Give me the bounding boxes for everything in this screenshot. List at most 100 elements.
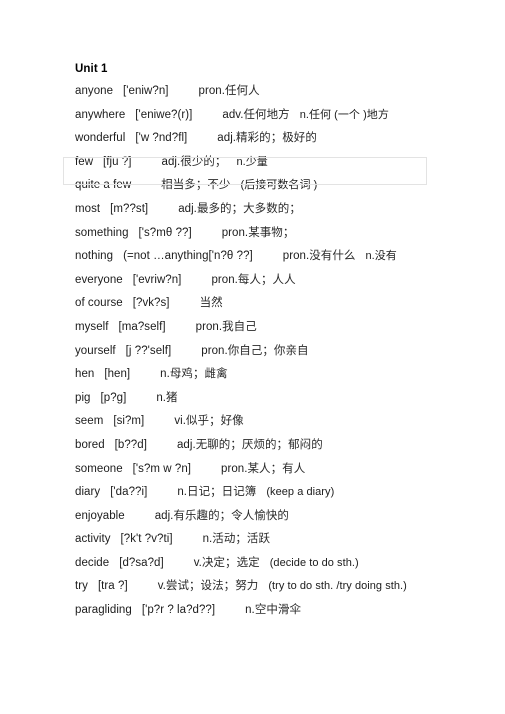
vocabulary-entry: anyone ['eniw?n] pron.任何人 [75, 83, 490, 107]
entry-part-of-speech: pron. [195, 320, 223, 333]
vocabulary-list: Unit 1 anyone ['eniw?n] pron.任何人 anywhere ['… [75, 62, 490, 626]
entry-note: (后接可数名词 ) [240, 179, 318, 192]
entry-word: enjoyable [75, 509, 125, 522]
entry-part-of-speech: pron. [198, 85, 225, 97]
entry-part-of-speech: n. [156, 391, 167, 404]
entry-phonetic: [b??d] [114, 438, 147, 451]
entry-word: quite a few [75, 179, 132, 192]
entry-definition: 最多的；大多数的； [196, 200, 301, 215]
entry-phonetic: ['eniw?n] [123, 85, 169, 97]
unit-title: Unit 1 [75, 63, 108, 75]
entry-definition: 我自己 [222, 318, 257, 333]
entry-definition: 相当多；不少 [161, 177, 231, 192]
entry-word: seem [75, 415, 104, 428]
entry-phonetic: ['p?r ? la?d??] [141, 604, 216, 617]
vocabulary-entry: something ['s?mθ ??] pron.某事物； [75, 225, 490, 249]
entry-phonetic: ['w ?nd?fl] [135, 132, 188, 145]
entry-part-of-speech: adj. [217, 132, 237, 145]
entry-phonetic: [d?sa?d] [119, 556, 164, 569]
entry-word: activity [75, 533, 111, 546]
entry-word: diary [75, 486, 101, 499]
vocabulary-entry: quite a few 相当多；不少 (后接可数名词 ) [75, 177, 490, 201]
entry-definition: 任何地方 [243, 106, 290, 121]
entry-word: pig [75, 391, 91, 404]
entry-word: someone [75, 462, 123, 475]
entry-part-of-speech: adj. [161, 155, 181, 168]
entry-part-of-speech: v. [193, 556, 202, 569]
entry-phonetic: [?vk?s] [132, 297, 170, 310]
entry-definition: 某事物； [248, 224, 295, 239]
entry-phonetic: [si?m] [113, 415, 145, 428]
entry-word: paragliding [75, 604, 132, 617]
vocabulary-entry: hen [hen] n.母鸡；雌禽 [75, 366, 490, 390]
vocabulary-entry: diary ['da??i] n.日记；日记簿 (keep a diary) [75, 484, 490, 508]
entry-word: nothing [75, 250, 114, 263]
entry-phonetic: ['evriw?n] [132, 273, 182, 286]
entry-phonetic: [fju ?] [103, 155, 132, 168]
entry-note: (keep a diary) [266, 486, 335, 499]
entry-note: (decide to do sth.) [269, 556, 359, 569]
entry-definition: 没有什么 [309, 248, 356, 263]
entry-part-of-speech: n. [177, 486, 188, 499]
vocabulary-entry: wonderful ['w ?nd?fl] adj.精彩的；极好的 [75, 130, 490, 154]
entry-word: yourself [75, 344, 116, 357]
vocabulary-entry: myself [ma?self] pron.我自己 [75, 319, 490, 343]
vocabulary-entries: anyone ['eniw?n] pron.任何人 anywhere ['eniwe?(… [75, 83, 490, 626]
entry-phonetic: [j ??'self] [125, 344, 172, 357]
vocabulary-entry: most [m??st] adj.最多的；大多数的； [75, 201, 490, 225]
entry-word: few [75, 155, 94, 168]
entry-definition: 精彩的；极好的 [236, 130, 317, 145]
entry-note: n.没有 [365, 250, 397, 263]
entry-word: of course [75, 297, 123, 310]
entry-part-of-speech: pron. [201, 344, 228, 357]
entry-definition: 尝试；设法；努力 [165, 578, 259, 593]
entry-part-of-speech: pron. [211, 273, 238, 286]
vocabulary-entry: pig [p?g] n.猪 [75, 390, 490, 414]
entry-part-of-speech: pron. [282, 250, 310, 263]
entry-definition: 某人；有人 [247, 460, 306, 475]
entry-definition: 猪 [166, 389, 178, 404]
entry-definition: 空中滑伞 [254, 602, 302, 617]
entry-definition: 无聊的；厌烦的；郁闷的 [195, 436, 323, 451]
entry-note: (try to do sth. /try doing sth.) [268, 580, 407, 593]
entry-part-of-speech: adv. [222, 108, 244, 121]
entry-part-of-speech: n. [245, 604, 255, 617]
entry-definition: 活动；活跃 [212, 531, 271, 546]
entry-word: most [75, 202, 101, 215]
entry-phonetic: [hen] [104, 368, 131, 381]
entry-word: wonderful [75, 132, 126, 145]
document-page: Unit 1 anyone ['eniw?n] pron.任何人 anywhere ['… [0, 0, 505, 714]
vocabulary-entry: seem [si?m] vi.似乎；好像 [75, 413, 490, 437]
entry-part-of-speech: vi. [174, 415, 186, 428]
entry-word: decide [75, 556, 110, 569]
vocabulary-entry: yourself [j ??'self] pron.你自己；你亲自 [75, 343, 490, 367]
entry-part-of-speech: v. [157, 580, 166, 593]
vocabulary-entry: decide [d?sa?d] v.决定；选定 (decide to do sth.) [75, 555, 490, 579]
entry-note: n.少量 [236, 155, 268, 168]
entry-phonetic: [?k't ?v?ti] [120, 533, 173, 546]
entry-part-of-speech: pron. [221, 462, 248, 475]
entry-definition: 有乐趣的；令人愉快的 [173, 507, 289, 522]
entry-phonetic: ['eniwe?(r)] [135, 108, 193, 121]
vocabulary-entry: nothing (=not …anything['n?θ ??] pron.没有什么… [75, 248, 490, 272]
entry-definition: 决定；选定 [201, 554, 260, 569]
vocabulary-entry: try [tra ?] v.尝试；设法；努力 (try to do sth. /try… [75, 578, 490, 602]
entry-part-of-speech: n. [160, 368, 170, 381]
vocabulary-entry: paragliding ['p?r ? la?d??] n.空中滑伞 [75, 602, 490, 626]
entry-phonetic: (=not …anything['n?θ ??] [123, 250, 253, 263]
entry-word: something [75, 226, 129, 239]
vocabulary-entry: anywhere ['eniwe?(r)] adv.任何地方 n.任何 (一个 )地方 [75, 107, 490, 131]
entry-phonetic: ['s?m w ?n] [132, 462, 192, 475]
vocabulary-entry: everyone ['evriw?n] pron.每人；人人 [75, 272, 490, 296]
entry-definition: 任何人 [224, 83, 260, 97]
entry-definition: 每人；人人 [237, 271, 296, 286]
entry-word: try [75, 580, 88, 593]
entry-definition: 很少的； [180, 153, 227, 168]
entry-phonetic: [p?g] [100, 391, 127, 404]
entry-part-of-speech: adj. [178, 202, 197, 215]
entry-phonetic: [m??st] [110, 202, 149, 215]
entry-part-of-speech: adj. [176, 438, 196, 451]
entry-word: hen [75, 368, 95, 381]
vocabulary-entry: someone ['s?m w ?n] pron.某人；有人 [75, 461, 490, 485]
entry-definition: 母鸡；雌禽 [169, 366, 228, 381]
